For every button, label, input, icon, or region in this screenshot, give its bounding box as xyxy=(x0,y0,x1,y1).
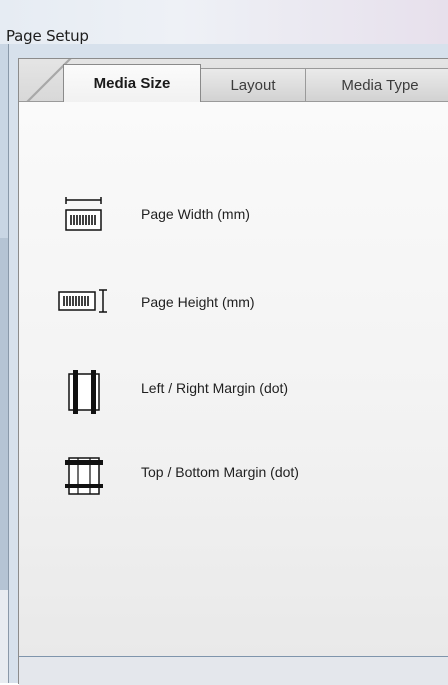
page-setup-window: Page Setup Media Size Layout Media Type xyxy=(0,0,448,685)
tab-media-type[interactable]: Media Type xyxy=(305,68,448,101)
title-bar[interactable]: Page Setup xyxy=(0,0,448,45)
page-width-label: Page Width (mm) xyxy=(141,206,250,222)
top-bottom-margin-label: Top / Bottom Margin (dot) xyxy=(141,464,299,480)
left-right-margin-label: Left / Right Margin (dot) xyxy=(141,380,289,396)
top-bottom-margin-row[interactable]: Top / Bottom Margin (dot) xyxy=(19,454,448,504)
page-width-row[interactable]: Page Width (mm) xyxy=(19,197,448,247)
tab-media-size[interactable]: Media Size xyxy=(63,64,201,102)
settings-panel: Media Size Layout Media Type Page Width … xyxy=(18,58,448,685)
page-width-icon xyxy=(65,197,102,231)
top-bottom-margin-icon xyxy=(65,457,103,495)
tab-strip: Media Size Layout Media Type xyxy=(19,59,448,102)
panel-bottom-bar xyxy=(19,656,448,685)
page-height-icon xyxy=(58,289,107,313)
window-title: Page Setup xyxy=(6,27,89,45)
media-size-content: Page Width (mm) Page Height (mm) Left / … xyxy=(19,102,448,656)
left-right-margin-row[interactable]: Left / Right Margin (dot) xyxy=(19,370,448,420)
page-height-row[interactable]: Page Height (mm) xyxy=(19,282,448,332)
left-right-margin-icon xyxy=(68,370,100,414)
left-edge-accent-light xyxy=(0,590,8,683)
page-height-label: Page Height (mm) xyxy=(141,294,255,310)
tab-layout[interactable]: Layout xyxy=(200,68,306,101)
